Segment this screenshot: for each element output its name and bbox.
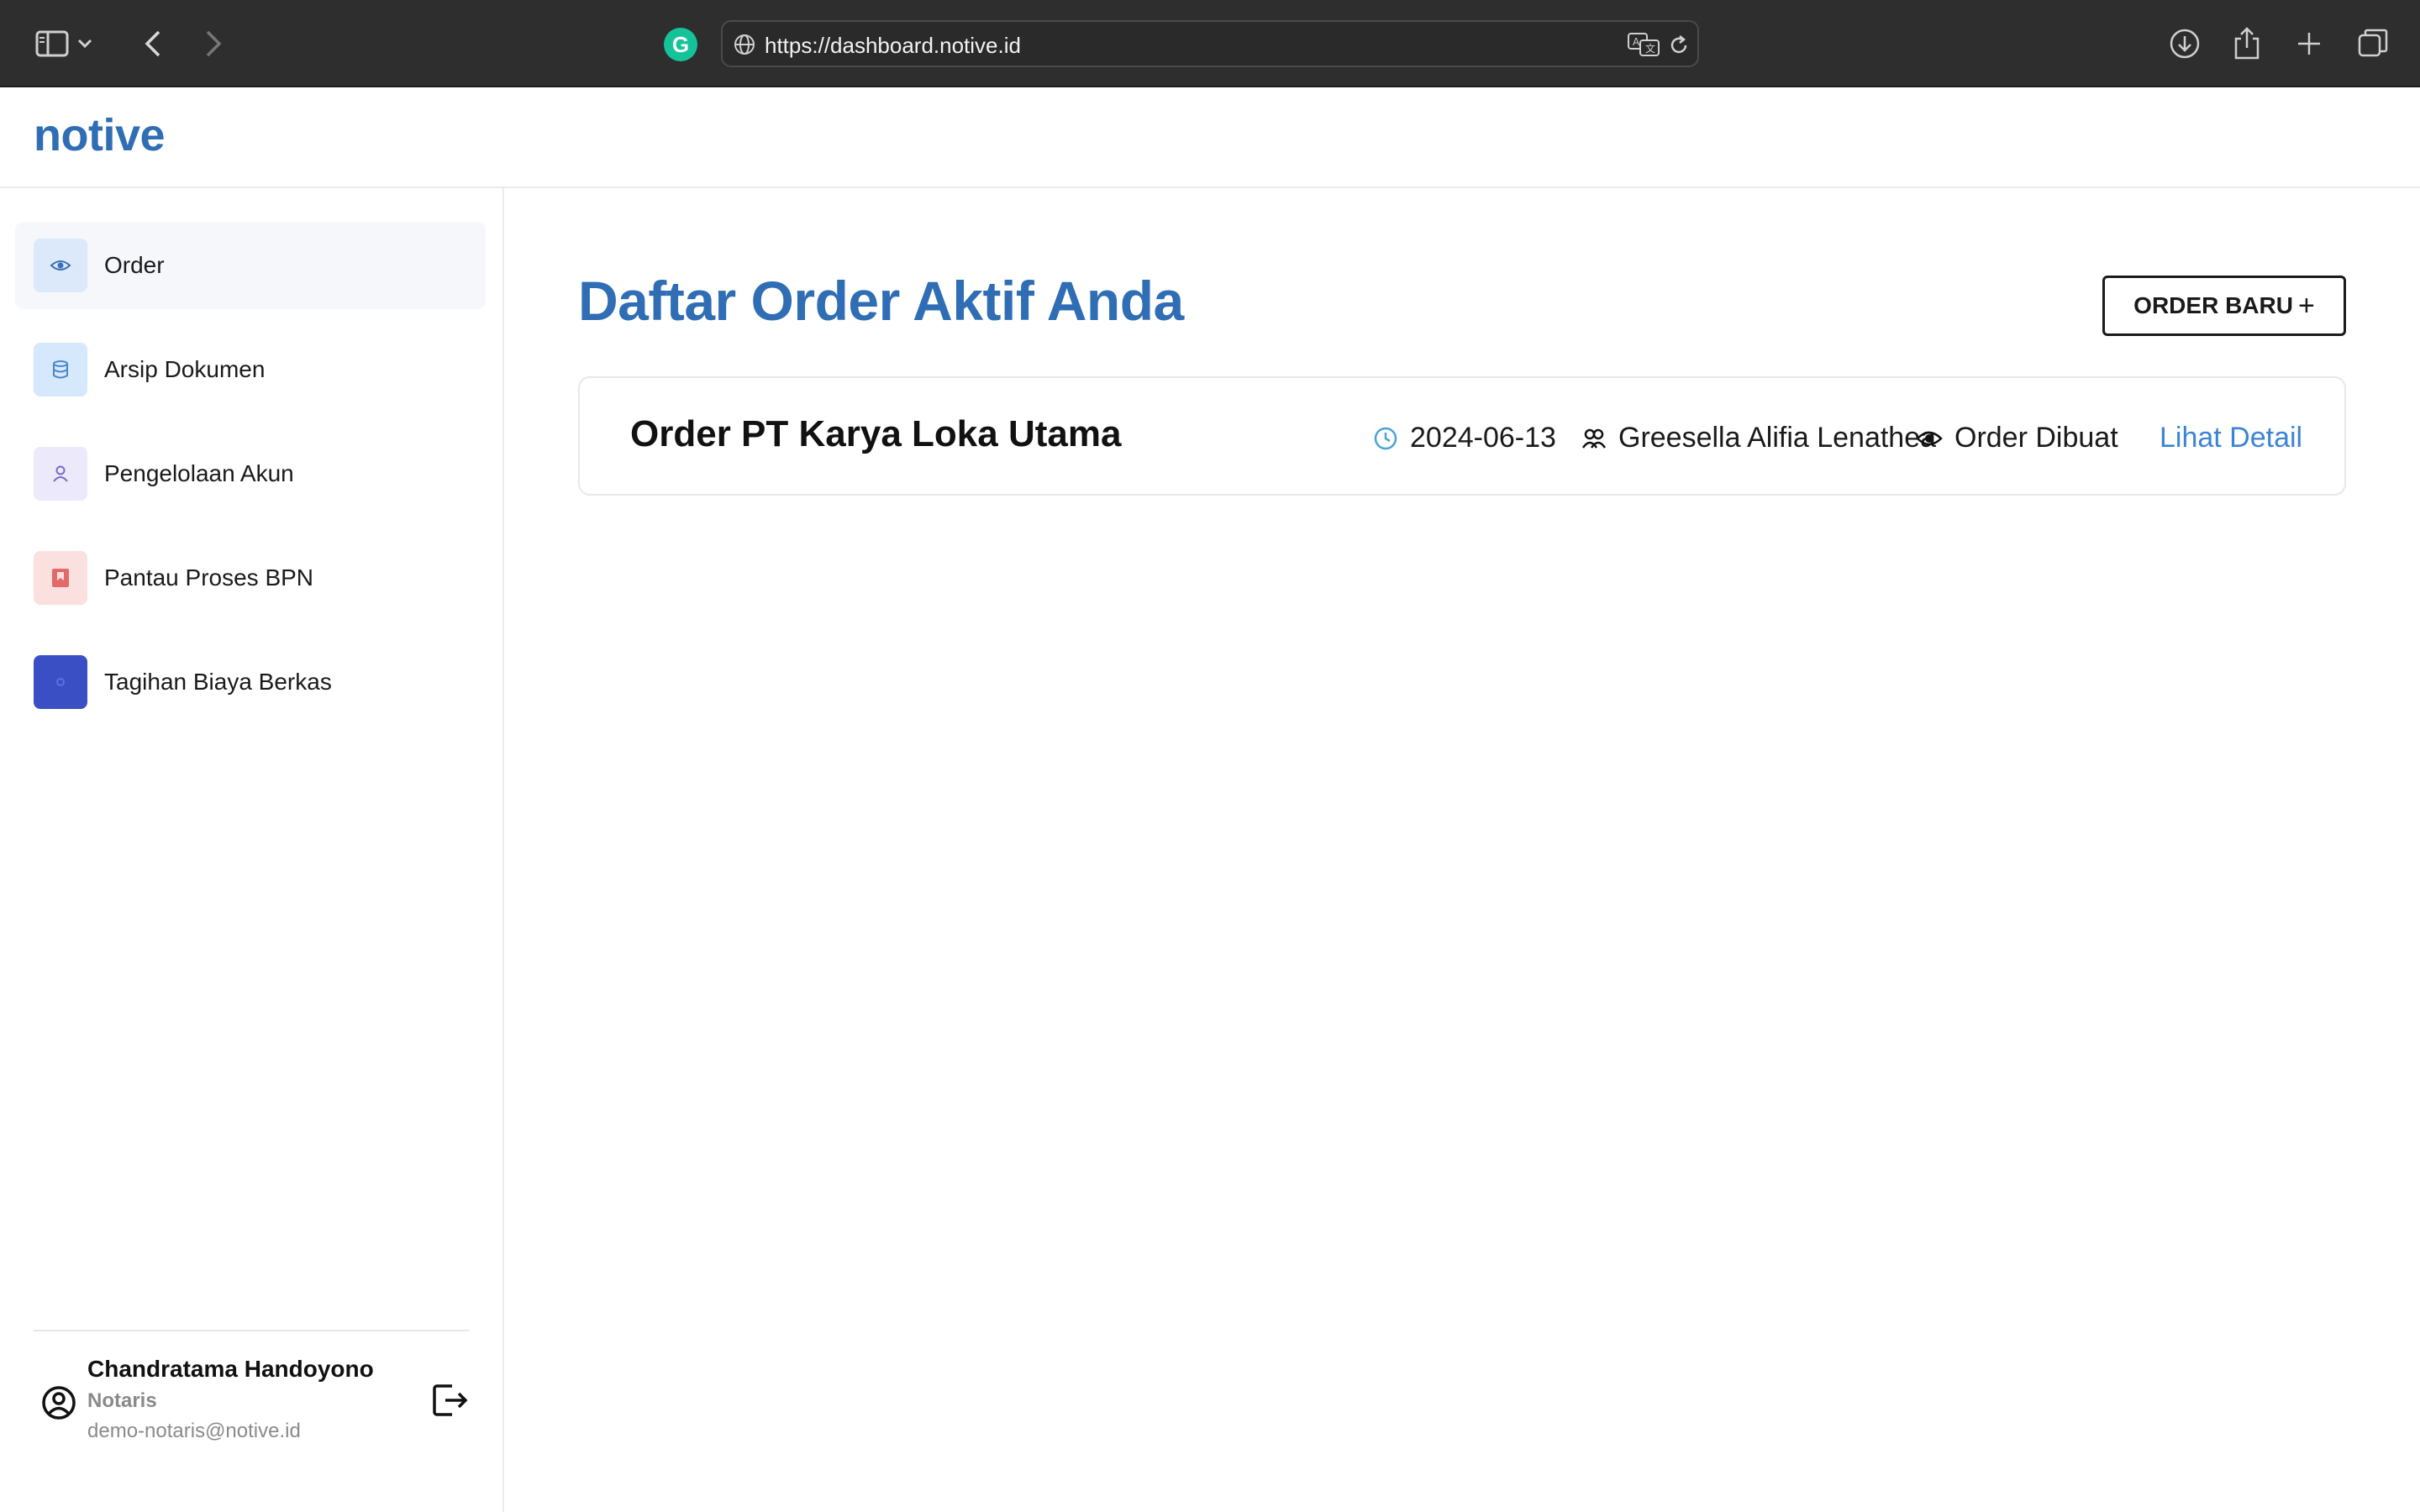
user-icon — [34, 447, 87, 501]
reload-icon[interactable] — [1667, 34, 1691, 57]
forward-arrow-icon[interactable] — [188, 18, 239, 69]
share-icon[interactable] — [2222, 18, 2272, 69]
database-icon — [34, 343, 87, 396]
sidebar-item-tagihan-biaya-berkas[interactable]: Tagihan Biaya Berkas — [15, 638, 486, 726]
sidebar-item-pengelolaan-akun[interactable]: Pengelolaan Akun — [15, 430, 486, 517]
sidebar-item-label: Pantau Proses BPN — [104, 564, 314, 591]
back-arrow-icon[interactable] — [128, 18, 178, 69]
tab-overview-icon[interactable] — [2348, 18, 2398, 69]
user-email: demo-notaris@notive.id — [87, 1420, 301, 1442]
users-icon — [1581, 428, 1607, 449]
user-profile: Chandratama Handoyono Notaris demo-notar… — [34, 1356, 471, 1482]
order-assignee-text: Greesella Alifia Lenathea — [1618, 422, 1937, 454]
clock-icon — [1374, 427, 1397, 449]
sidebar-item-label: Pengelolaan Akun — [104, 460, 294, 486]
eye-icon — [34, 239, 87, 292]
view-detail-link[interactable]: Lihat Detail — [2160, 422, 2302, 454]
order-date-text: 2024-06-13 — [1410, 422, 1556, 454]
translate-icon[interactable]: A文 — [1627, 32, 1660, 57]
sidebar-item-label: Tagihan Biaya Berkas — [104, 669, 332, 695]
url-text[interactable]: https://dashboard.notive.id — [765, 33, 1021, 59]
plus-icon: + — [2297, 290, 2315, 322]
main-content: Daftar Order Aktif Anda ORDER BARU + Ord… — [506, 188, 2420, 1512]
order-assignee: Greesella Alifia Lenathea — [1581, 422, 1936, 454]
browser-toolbar: G https://dashboard.notive.id A文 — [0, 0, 2420, 87]
order-title: Order PT Karya Loka Utama — [630, 413, 1122, 454]
new-order-button[interactable]: ORDER BARU + — [2102, 276, 2346, 336]
grammarly-extension-icon[interactable]: G — [664, 28, 697, 61]
new-order-label: ORDER BARU — [2133, 292, 2293, 318]
chevron-down-icon[interactable] — [72, 18, 97, 69]
logout-icon[interactable] — [429, 1379, 471, 1421]
order-status: Order Dibuat — [1916, 422, 2118, 454]
app-logo[interactable]: notive — [34, 109, 166, 161]
sidebar-item-pantau-proses-bpn[interactable]: Pantau Proses BPN — [15, 534, 486, 622]
order-status-text: Order Dibuat — [1954, 422, 2118, 454]
new-tab-icon[interactable] — [2284, 18, 2334, 69]
sidebar-item-label: Order — [104, 252, 165, 278]
order-date: 2024-06-13 — [1373, 422, 1556, 454]
order-card[interactable]: Order PT Karya Loka Utama 2024-06-13 Gre… — [578, 376, 2346, 496]
app-header: notive — [0, 89, 2420, 188]
download-icon[interactable] — [2160, 18, 2210, 69]
sidebar: Order Arsip Dokumen Pengelolaan Akun Pantau… — [0, 188, 504, 1512]
sidebar-divider — [34, 1330, 469, 1331]
svg-text:A: A — [1633, 36, 1640, 48]
globe-icon — [734, 34, 755, 55]
address-bar[interactable]: https://dashboard.notive.id A文 — [721, 20, 1699, 67]
user-avatar-icon — [42, 1386, 76, 1420]
svg-text:文: 文 — [1645, 42, 1655, 55]
sidebar-item-order[interactable]: Order — [15, 222, 486, 309]
circle-icon — [34, 655, 87, 709]
user-name: Chandratama Handoyono — [87, 1356, 374, 1382]
bookmark-icon — [34, 551, 87, 605]
sidebar-item-label: Arsip Dokumen — [104, 356, 266, 382]
user-role: Notaris — [87, 1389, 157, 1412]
page-title: Daftar Order Aktif Anda — [578, 270, 1184, 332]
sidebar-toggle-icon[interactable] — [27, 18, 77, 69]
sidebar-item-arsip-dokumen[interactable]: Arsip Dokumen — [15, 326, 486, 413]
eye-icon — [1916, 431, 1943, 445]
